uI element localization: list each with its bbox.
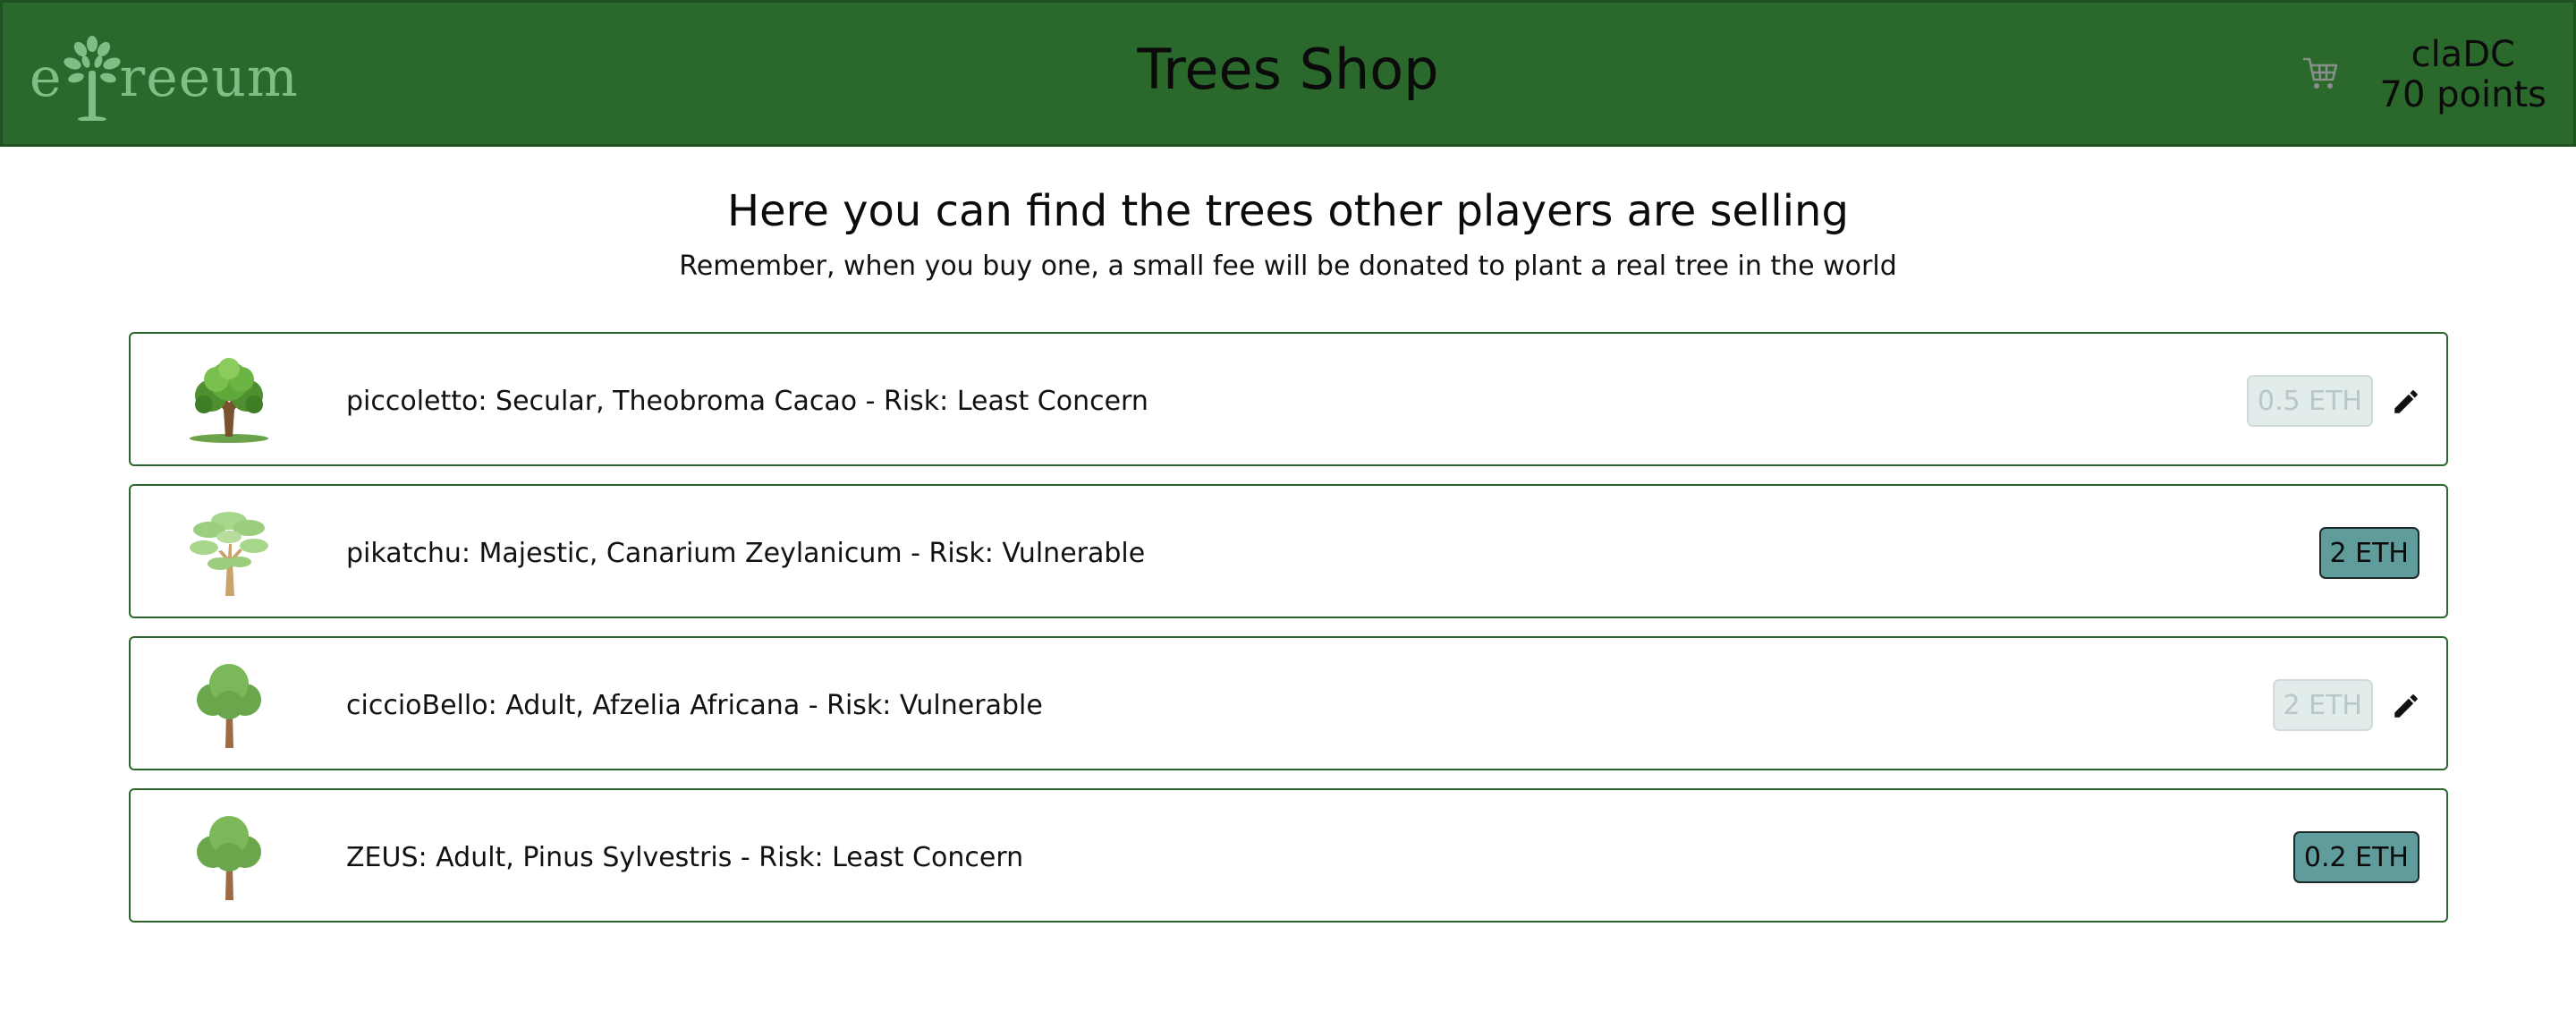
list-item: ciccioBello: Adult, Afzelia Africana - R… bbox=[129, 636, 2448, 770]
pencil-icon[interactable] bbox=[2391, 387, 2421, 417]
round-tree-icon bbox=[197, 816, 261, 900]
round-tree-icon bbox=[197, 664, 261, 748]
tall-tree-icon bbox=[190, 512, 268, 596]
price-button[interactable]: 0.5 ETH bbox=[2246, 375, 2373, 427]
listing-text: pikatchu: Majestic, Canarium Zeylanicum … bbox=[346, 537, 1146, 569]
cart-icon[interactable] bbox=[2301, 55, 2339, 92]
top-bar: e reeum Trees Shop claDC 70 points bbox=[0, 0, 2576, 147]
tree-listings: piccoletto: Secular, Theobroma Cacao - R… bbox=[129, 332, 2448, 940]
intro-heading: Here you can find the trees other player… bbox=[727, 186, 1849, 236]
list-item: ZEUS: Adult, Pinus Sylvestris - Risk: Le… bbox=[129, 788, 2448, 923]
listing-text: piccoletto: Secular, Theobroma Cacao - R… bbox=[346, 385, 1148, 417]
intro-subheading: Remember, when you buy one, a small fee … bbox=[679, 251, 1897, 282]
list-item: pikatchu: Majestic, Canarium Zeylanicum … bbox=[129, 484, 2448, 618]
user-points: 70 points bbox=[2379, 74, 2546, 115]
page-title: Trees Shop bbox=[1137, 37, 1439, 102]
buy-button[interactable]: 0.2 ETH bbox=[2292, 831, 2419, 883]
pencil-icon[interactable] bbox=[2391, 691, 2421, 721]
listing-text: ZEUS: Adult, Pinus Sylvestris - Risk: Le… bbox=[346, 841, 1024, 873]
oak-tree-icon bbox=[190, 358, 268, 443]
price-button[interactable]: 2 ETH bbox=[2272, 679, 2373, 731]
user-name: claDC bbox=[2411, 34, 2515, 75]
user-info: claDC 70 points bbox=[2380, 35, 2546, 115]
list-item: piccoletto: Secular, Theobroma Cacao - R… bbox=[129, 332, 2448, 466]
buy-button[interactable]: 2 ETH bbox=[2318, 527, 2419, 579]
listing-text: ciccioBello: Adult, Afzelia Africana - R… bbox=[346, 689, 1043, 721]
